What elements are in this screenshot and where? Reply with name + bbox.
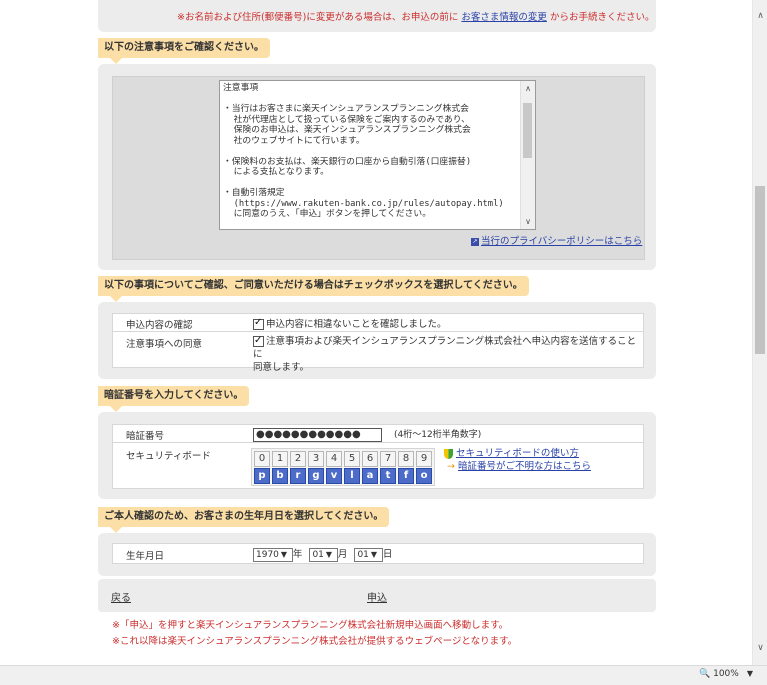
key-t[interactable]: t bbox=[380, 468, 396, 484]
customer-info-change-link[interactable]: お客さま情報の変更 bbox=[461, 12, 547, 23]
zoom-icon: 🔍 bbox=[699, 669, 711, 679]
key-5[interactable]: 5 bbox=[344, 451, 360, 467]
chevron-down-icon: ▼ bbox=[325, 549, 333, 559]
key-g[interactable]: g bbox=[308, 468, 324, 484]
birth-table: 生年月日 1970 ▼ 年 01 ▼ 月 01 ▼ 日 bbox=[112, 543, 644, 564]
consent-table: 申込内容の確認 申込内容に相違ないことを確認しました。 注意事項への同意 注意事… bbox=[112, 313, 644, 373]
footer-note-1: ※「申込」を押すと楽天インシュアランスプランニング株式会社新規申込画面へ移動しま… bbox=[112, 620, 509, 631]
year-unit: 年 bbox=[292, 549, 303, 560]
back-button[interactable]: 戻る bbox=[111, 589, 131, 604]
notice-scroll-down-icon[interactable]: ∨ bbox=[521, 217, 535, 226]
notice-scroll-up-icon[interactable]: ∧ bbox=[521, 84, 535, 93]
notice-heading: 以下の注意事項をご確認ください。 bbox=[98, 38, 270, 64]
confirm-content-value: 申込内容に相違ないことを確認しました。 bbox=[253, 316, 447, 330]
forgot-pin-link[interactable]: 暗証番号がご不明な方はこちら bbox=[458, 461, 591, 472]
confirm-content-label: 申込内容の確認 bbox=[126, 320, 193, 331]
confirm-content-text: 申込内容に相違ないことを確認しました。 bbox=[266, 319, 447, 330]
agree-notice-label: 注意事項への同意 bbox=[126, 339, 203, 350]
key-f[interactable]: f bbox=[398, 468, 414, 484]
chevron-down-icon: ▼ bbox=[370, 549, 378, 559]
birth-day-value: 01 bbox=[357, 549, 369, 560]
birthdate-label: 生年月日 bbox=[126, 551, 165, 562]
key-9[interactable]: 9 bbox=[416, 451, 432, 467]
consent-heading: 以下の事項についてご確認、ご同意いただける場合はチェックボックスを選択してくださ… bbox=[98, 276, 529, 302]
pin-input[interactable]: ●●●●●●●●●●●● bbox=[253, 427, 382, 442]
privacy-policy-link[interactable]: 当行のプライバシーポリシーはこちら bbox=[481, 236, 642, 247]
notice-text: 注意事項 ・当行はお客さまに楽天インシュアランスプランニング株式会 社が代理店と… bbox=[223, 83, 504, 219]
key-l[interactable]: l bbox=[344, 468, 360, 484]
agree-notice-text: 注意事項および楽天インシュアランスプランニング株式会社へ申込内容を送信することに bbox=[253, 336, 637, 360]
browser-viewport: ※お名前および住所(郵便番号)に変更がある場合は、お申込の前に お客さま情報の変… bbox=[0, 0, 752, 665]
security-board-links: セキュリティボードの使い方 → 暗証番号がご不明な方はこちら bbox=[444, 447, 591, 473]
agree-notice-value: 注意事項および楽天インシュアランスプランニング株式会社へ申込内容を送信することに… bbox=[253, 334, 643, 374]
agree-notice-text-2: 同意します。 bbox=[253, 362, 310, 373]
key-7[interactable]: 7 bbox=[380, 451, 396, 467]
key-4[interactable]: 4 bbox=[326, 451, 342, 467]
key-0[interactable]: 0 bbox=[254, 451, 270, 467]
confirm-content-checkbox[interactable] bbox=[253, 317, 264, 330]
month-unit: 月 bbox=[337, 549, 348, 560]
key-8[interactable]: 8 bbox=[398, 451, 414, 467]
beginner-leaf-icon bbox=[444, 448, 453, 459]
key-p[interactable]: p bbox=[254, 468, 270, 484]
chevron-down-icon: ▼ bbox=[746, 669, 753, 678]
page-scroll-thumb[interactable] bbox=[755, 186, 765, 354]
page-scrollbar[interactable]: ∧ ∨ bbox=[752, 0, 767, 665]
arrow-right-icon: → bbox=[447, 461, 455, 472]
top-note-text: ※お名前および住所(郵便番号)に変更がある場合は、お申込の前に bbox=[177, 12, 462, 23]
pin-table: 暗証番号 ●●●●●●●●●●●● (4桁～12桁半角数字) セキュリティボード … bbox=[112, 424, 644, 489]
table-row: 生年月日 1970 ▼ 年 01 ▼ 月 01 ▼ 日 bbox=[113, 544, 643, 563]
security-board-label: セキュリティボード bbox=[126, 451, 211, 462]
key-r[interactable]: r bbox=[290, 468, 306, 484]
pin-label: 暗証番号 bbox=[126, 431, 165, 442]
agree-notice-checkbox[interactable] bbox=[253, 334, 264, 347]
security-board-help-link[interactable]: セキュリティボードの使い方 bbox=[456, 448, 579, 459]
birth-year-select[interactable]: 1970 ▼ bbox=[253, 547, 293, 562]
table-row: セキュリティボード 0 1 2 3 4 5 6 7 8 9 p b r g v … bbox=[113, 443, 643, 488]
zoom-level: 100% bbox=[713, 669, 739, 679]
day-unit: 日 bbox=[382, 549, 393, 560]
notice-textarea[interactable]: 注意事項 ・当行はお客さまに楽天インシュアランスプランニング株式会 社が代理店と… bbox=[219, 80, 536, 230]
key-b[interactable]: b bbox=[272, 468, 288, 484]
key-2[interactable]: 2 bbox=[290, 451, 306, 467]
birth-month-select[interactable]: 01 ▼ bbox=[309, 547, 338, 562]
privacy-policy: ↗ 当行のプライバシーポリシーはこちら bbox=[471, 233, 642, 247]
birthdate-value: 1970 ▼ 年 01 ▼ 月 01 ▼ 日 bbox=[253, 546, 392, 562]
notice-scrollbar[interactable]: ∧ ∨ bbox=[520, 81, 535, 229]
status-bar: 🔍 100% ▼ bbox=[0, 665, 767, 685]
footer-note-2: ※これ以降は楽天インシュアランスプランニング株式会社が提供するウェブページとなり… bbox=[112, 636, 518, 647]
pin-value: ●●●●●●●●●●●● (4桁～12桁半角数字) bbox=[253, 427, 481, 442]
pin-hint: (4桁～12桁半角数字) bbox=[394, 430, 482, 440]
key-3[interactable]: 3 bbox=[308, 451, 324, 467]
top-note: ※お名前および住所(郵便番号)に変更がある場合は、お申込の前に お客さま情報の変… bbox=[177, 9, 654, 23]
birth-day-select[interactable]: 01 ▼ bbox=[354, 547, 383, 562]
table-row: 暗証番号 ●●●●●●●●●●●● (4桁～12桁半角数字) bbox=[113, 425, 643, 443]
pin-heading: 暗証番号を入力してください。 bbox=[98, 386, 250, 412]
key-v[interactable]: v bbox=[326, 468, 342, 484]
top-note-text-end: からお手続きください。 bbox=[546, 12, 655, 23]
zoom-control[interactable]: 🔍 100% ▼ bbox=[699, 669, 753, 679]
chevron-down-icon: ▼ bbox=[280, 549, 288, 559]
table-row: 申込内容の確認 申込内容に相違ないことを確認しました。 bbox=[113, 314, 643, 332]
key-o[interactable]: o bbox=[416, 468, 432, 484]
birth-heading: ご本人確認のため、お客さまの生年月日を選択してください。 bbox=[98, 507, 390, 533]
security-board: 0 1 2 3 4 5 6 7 8 9 p b r g v l a t f o bbox=[251, 448, 435, 486]
apply-button[interactable]: 申込 bbox=[367, 589, 387, 604]
birth-year-value: 1970 bbox=[256, 549, 279, 560]
scroll-down-icon[interactable]: ∨ bbox=[753, 640, 767, 656]
scroll-up-icon[interactable]: ∧ bbox=[753, 8, 767, 24]
key-a[interactable]: a bbox=[362, 468, 378, 484]
key-6[interactable]: 6 bbox=[362, 451, 378, 467]
table-row: 注意事項への同意 注意事項および楽天インシュアランスプランニング株式会社へ申込内… bbox=[113, 332, 643, 373]
notice-scroll-thumb[interactable] bbox=[523, 103, 532, 158]
birth-month-value: 01 bbox=[312, 549, 324, 560]
key-1[interactable]: 1 bbox=[272, 451, 288, 467]
external-link-icon: ↗ bbox=[471, 237, 479, 246]
